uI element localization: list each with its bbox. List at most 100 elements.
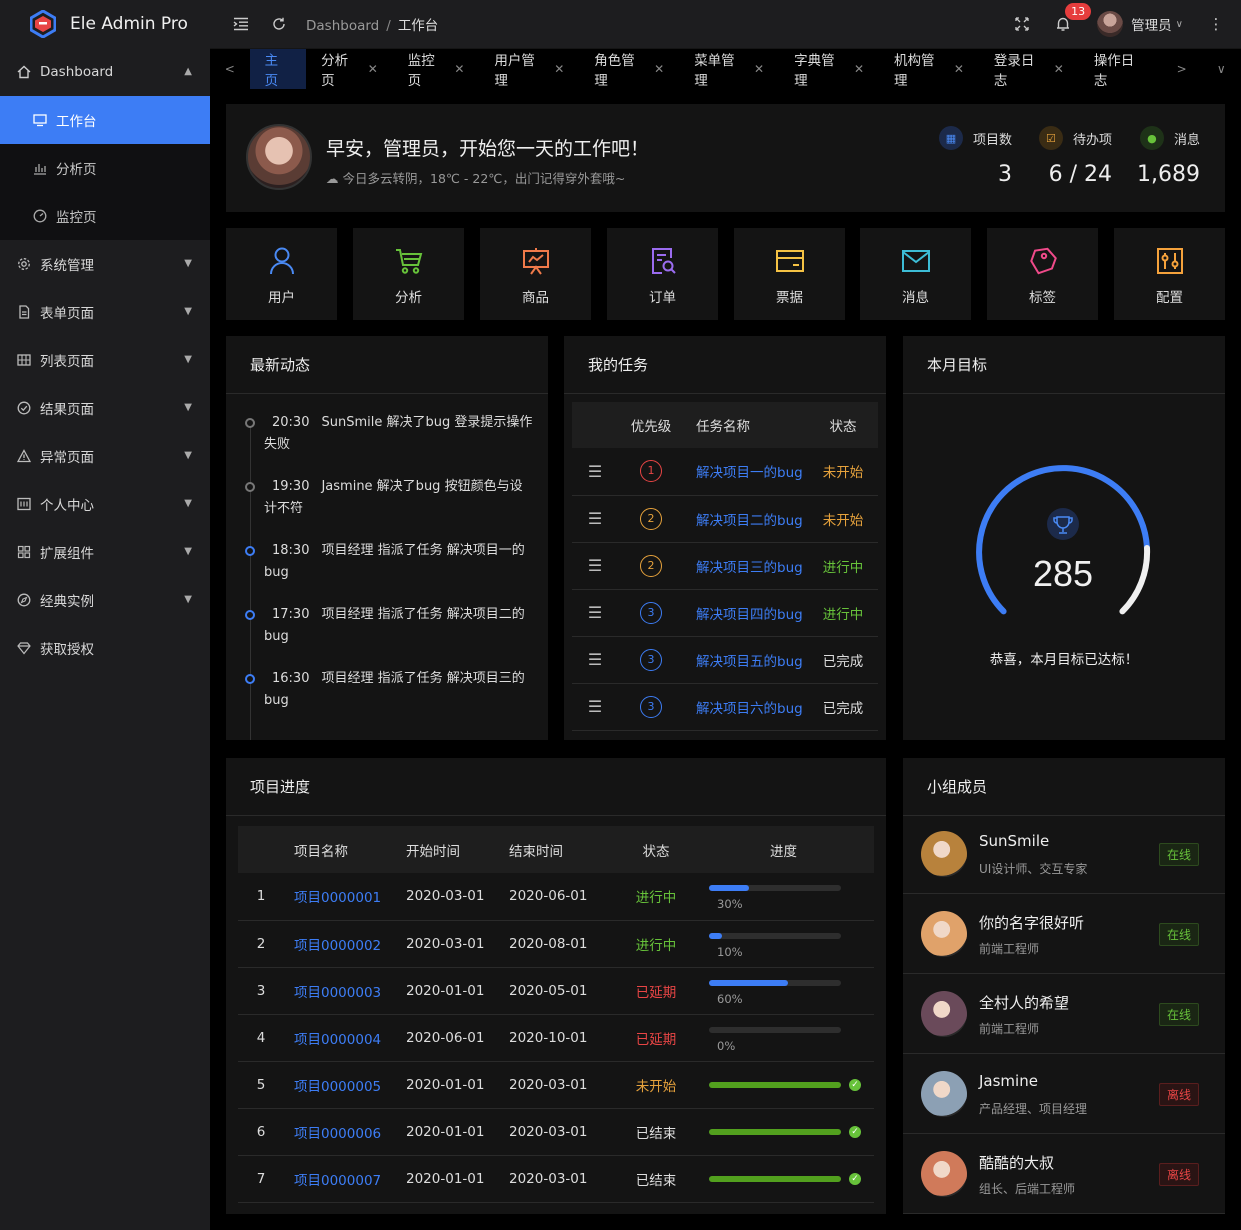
stat-projects[interactable]: ▦ 项目数 3 bbox=[932, 126, 1012, 187]
project-link[interactable]: 项目0000006 bbox=[294, 1126, 381, 1142]
tab-4[interactable]: 角色管理 ✕ bbox=[579, 49, 679, 89]
project-link[interactable]: 项目0000002 bbox=[294, 938, 381, 954]
member-item[interactable]: 全村人的希望 前端工程师 在线 bbox=[903, 974, 1225, 1054]
project-link[interactable]: 项目0000003 bbox=[294, 985, 381, 1001]
tab-9[interactable]: 操作日志 bbox=[1079, 49, 1162, 89]
table-row[interactable]: ☰ 3 解决项目五的bug 已完成 bbox=[572, 636, 878, 684]
drag-handle-icon[interactable]: ☰ bbox=[572, 495, 618, 543]
member-item[interactable]: 你的名字很好听 前端工程师 在线 bbox=[903, 894, 1225, 974]
table-row[interactable]: 1 项目0000001 2020-03-01 2020-06-01 进行中 30% bbox=[238, 873, 874, 921]
project-link[interactable]: 项目0000005 bbox=[294, 1079, 381, 1095]
sidebar-item-analysis[interactable]: 分析页 bbox=[0, 144, 210, 192]
tab-8[interactable]: 登录日志 ✕ bbox=[979, 49, 1079, 89]
user-menu[interactable]: 管理员 ∨ bbox=[1097, 11, 1183, 37]
timeline-item: 20:30 SunSmile 解决了bug 登录提示操作失败 bbox=[245, 412, 535, 456]
sidebar-item-monitor[interactable]: 监控页 bbox=[0, 192, 210, 240]
project-link[interactable]: 项目0000001 bbox=[294, 890, 381, 906]
project-link[interactable]: 项目0000004 bbox=[294, 1032, 381, 1048]
sidebar-item-profile[interactable]: 个人中心 ▼ bbox=[0, 480, 210, 528]
shortcut-config[interactable]: 配置 bbox=[1114, 228, 1225, 320]
cart-icon bbox=[394, 246, 424, 276]
collapse-menu-icon[interactable] bbox=[222, 0, 260, 48]
tab-6[interactable]: 字典管理 ✕ bbox=[779, 49, 879, 89]
shortcut-messages[interactable]: 消息 bbox=[860, 228, 971, 320]
member-item[interactable]: SunSmile UI设计师、交互专家 在线 bbox=[903, 814, 1225, 894]
tab-2[interactable]: 监控页 ✕ bbox=[393, 49, 480, 89]
more-vertical-icon[interactable]: ⋮ bbox=[1197, 0, 1235, 48]
close-icon[interactable]: ✕ bbox=[654, 62, 664, 76]
task-link[interactable]: 解决项目三的bug bbox=[696, 560, 803, 576]
shortcut-tags[interactable]: 标签 bbox=[987, 228, 1098, 320]
tab-dropdown-icon[interactable]: ∨ bbox=[1201, 49, 1241, 89]
stat-messages[interactable]: ● 消息 1,689 bbox=[1134, 126, 1200, 187]
sidebar-item-results[interactable]: 结果页面 ▼ bbox=[0, 384, 210, 432]
breadcrumb-dashboard[interactable]: Dashboard bbox=[306, 18, 379, 34]
shortcut-products[interactable]: 商品 bbox=[480, 228, 591, 320]
sidebar-item-system[interactable]: 系统管理 ▼ bbox=[0, 240, 210, 288]
sidebar-item-lists[interactable]: 列表页面 ▼ bbox=[0, 336, 210, 384]
drag-handle-icon[interactable]: ☰ bbox=[572, 589, 618, 637]
sidebar-item-forms[interactable]: 表单页面 ▼ bbox=[0, 288, 210, 336]
table-row[interactable]: 6 项目0000006 2020-01-01 2020-03-01 已结束 ✓ bbox=[238, 1108, 874, 1156]
progress-bar bbox=[709, 1128, 841, 1135]
close-icon[interactable]: ✕ bbox=[368, 62, 378, 76]
shortcut-users[interactable]: 用户 bbox=[226, 228, 337, 320]
tab-5[interactable]: 菜单管理 ✕ bbox=[679, 49, 779, 89]
close-icon[interactable]: ✕ bbox=[554, 62, 564, 76]
table-row[interactable]: 2 项目0000002 2020-03-01 2020-08-01 进行中 10% bbox=[238, 920, 874, 968]
task-link[interactable]: 解决项目五的bug bbox=[696, 654, 803, 670]
table-row[interactable]: 4 项目0000004 2020-06-01 2020-10-01 已延期 0% bbox=[238, 1014, 874, 1062]
sidebar-item-dashboard[interactable]: Dashboard ▲ bbox=[0, 48, 210, 96]
avatar bbox=[1097, 11, 1124, 37]
table-row[interactable]: ☰ 1 解决项目一的bug 未开始 bbox=[572, 448, 878, 496]
notification-bell[interactable]: 13 bbox=[1041, 0, 1092, 48]
table-row[interactable]: ☰ 2 解决项目三的bug 进行中 bbox=[572, 542, 878, 590]
project-link[interactable]: 项目0000007 bbox=[294, 1173, 381, 1189]
table-row[interactable]: ☰ 2 解决项目二的bug 未开始 bbox=[572, 495, 878, 543]
stat-todos[interactable]: ☑ 待办项 6 / 24 bbox=[1032, 126, 1112, 187]
shortcut-analysis[interactable]: 分析 bbox=[353, 228, 464, 320]
task-link[interactable]: 解决项目一的bug bbox=[696, 465, 803, 481]
tab-0[interactable]: 主页 bbox=[249, 48, 307, 89]
close-icon[interactable]: ✕ bbox=[854, 62, 864, 76]
drag-handle-icon[interactable]: ☰ bbox=[572, 683, 618, 731]
member-name: 你的名字很好听 bbox=[979, 914, 1085, 932]
app-logo[interactable]: Ele Admin Pro bbox=[0, 0, 210, 48]
sidebar-item-examples[interactable]: 经典实例 ▼ bbox=[0, 576, 210, 624]
drag-handle-icon[interactable]: ☰ bbox=[572, 542, 618, 590]
table-row[interactable]: 7 项目0000007 2020-01-01 2020-03-01 已结束 ✓ bbox=[238, 1155, 874, 1203]
table-row[interactable]: 5 项目0000005 2020-01-01 2020-03-01 未开始 ✓ bbox=[238, 1061, 874, 1109]
tab-7[interactable]: 机构管理 ✕ bbox=[879, 49, 979, 89]
table-row[interactable]: 3 项目0000003 2020-01-01 2020-05-01 已延期 60% bbox=[238, 967, 874, 1015]
cloud-icon: ☁ bbox=[326, 171, 339, 186]
table-row[interactable]: ☰ 3 解决项目六的bug 已完成 bbox=[572, 683, 878, 731]
close-icon[interactable]: ✕ bbox=[754, 62, 764, 76]
fullscreen-icon[interactable] bbox=[1003, 0, 1041, 48]
tab-scroll-right-icon[interactable]: > bbox=[1162, 49, 1202, 89]
tab-1[interactable]: 分析页 ✕ bbox=[306, 49, 393, 89]
timeline-dot bbox=[245, 610, 255, 620]
drag-handle-icon[interactable]: ☰ bbox=[572, 448, 618, 496]
sidebar-item-license[interactable]: 获取授权 bbox=[0, 624, 210, 672]
sidebar-item-exceptions[interactable]: 异常页面 ▼ bbox=[0, 432, 210, 480]
drag-handle-icon[interactable]: ☰ bbox=[572, 636, 618, 684]
column-header: 开始时间 bbox=[406, 826, 509, 873]
task-link[interactable]: 解决项目二的bug bbox=[696, 513, 803, 529]
tab-3[interactable]: 用户管理 ✕ bbox=[479, 49, 579, 89]
shortcut-orders[interactable]: 订单 bbox=[607, 228, 718, 320]
sidebar-item-extensions[interactable]: 扩展组件 ▼ bbox=[0, 528, 210, 576]
tab-scroll-left-icon[interactable]: < bbox=[210, 49, 250, 89]
table-row[interactable]: ☰ 3 解决项目四的bug 进行中 bbox=[572, 589, 878, 637]
tasks-card: 我的任务 优先级 任务名称 状态 ☰ 1 解决项目一的bug 未开始 ☰ 2 解决项目二的b… bbox=[564, 336, 886, 740]
check-circle-icon: ✓ bbox=[849, 1125, 861, 1138]
close-icon[interactable]: ✕ bbox=[454, 62, 464, 76]
member-item[interactable]: Jasmine 产品经理、项目经理 离线 bbox=[903, 1054, 1225, 1134]
member-item[interactable]: 酷酷的大叔 组长、后端工程师 离线 bbox=[903, 1134, 1225, 1214]
close-icon[interactable]: ✕ bbox=[1054, 62, 1064, 76]
shortcut-bills[interactable]: 票据 bbox=[734, 228, 845, 320]
close-icon[interactable]: ✕ bbox=[954, 62, 964, 76]
refresh-icon[interactable] bbox=[260, 0, 298, 48]
task-link[interactable]: 解决项目四的bug bbox=[696, 607, 803, 623]
task-link[interactable]: 解决项目六的bug bbox=[696, 701, 803, 717]
sidebar-item-workbench[interactable]: 工作台 bbox=[0, 96, 210, 144]
